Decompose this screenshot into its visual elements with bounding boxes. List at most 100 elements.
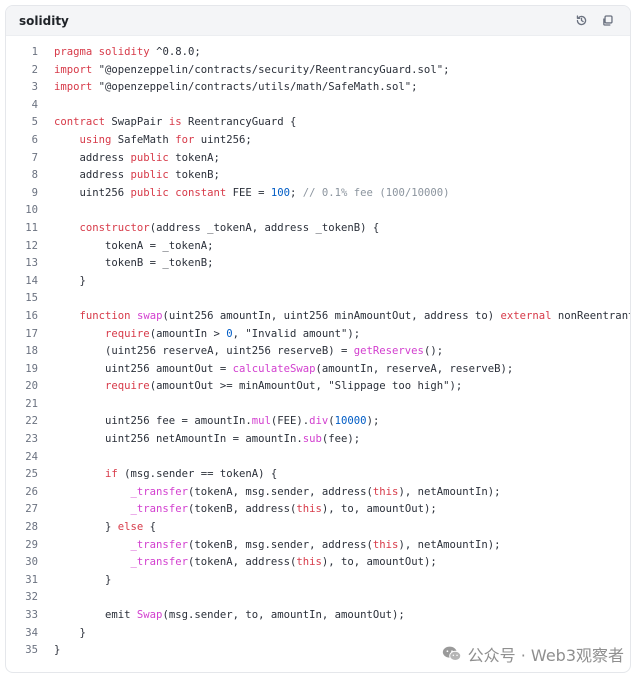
line-number: 11	[25, 221, 38, 234]
code-line: 29 _transfer(tokenB, msg.sender, address…	[6, 537, 630, 555]
code-token: (tokenB, msg.sender, address(	[187, 538, 373, 551]
wechat-logo-icon	[442, 646, 461, 661]
code-token: "@openzeppelin/contracts/utils/math/Safe…	[92, 81, 418, 94]
code-text: _transfer(tokenA, msg.sender, address(th…	[38, 484, 630, 502]
code-line: 4	[6, 97, 630, 115]
code-token: mul	[251, 415, 271, 428]
code-text: address public tokenA;	[38, 150, 630, 168]
code-line: 32	[6, 589, 630, 607]
code-token: this	[372, 485, 399, 498]
code-token: require	[105, 327, 150, 340]
code-token: pragma	[54, 46, 93, 58]
code-token: (FEE).	[270, 415, 310, 428]
code-token: else	[117, 521, 144, 534]
code-token: (tokenB, address(	[187, 503, 297, 516]
line-number: 32	[25, 591, 38, 604]
code-token: ;	[290, 186, 303, 199]
history-icon[interactable]	[574, 14, 588, 28]
code-token: (tokenA, address(	[187, 556, 297, 569]
code-token: constructor	[79, 221, 150, 234]
code-line: 6 using SafeMath for uint256;	[6, 132, 630, 150]
code-text: if (msg.sender == tokenA) {	[38, 466, 630, 484]
code-line: 34 }	[6, 625, 630, 643]
line-number: 28	[25, 521, 38, 534]
line-number: 3	[31, 81, 38, 94]
code-line: 3 import "@openzeppelin/contracts/utils/m…	[6, 79, 630, 97]
code-token: div	[309, 415, 329, 428]
code-line: 19 uint256 amountOut = calculateSwap(amo…	[6, 361, 630, 379]
line-number: 20	[25, 380, 38, 393]
code-token: SafeMath	[111, 133, 176, 146]
language-label: solidity	[19, 13, 69, 28]
code-line: 27 _transfer(tokenB, address(this), to, …	[6, 501, 630, 519]
code-token: ), to, amountOut);	[321, 503, 437, 516]
code-text: function swap(uint256 amountIn, uint256 …	[38, 308, 630, 326]
line-number: 18	[25, 345, 38, 358]
code-block: solidity 1 pragma solidity ^0.8.0; 2 import…	[5, 5, 631, 673]
code-token: SwapPair	[105, 116, 169, 129]
code-line: 8 address public tokenB;	[6, 167, 630, 185]
code-line: 15	[6, 290, 630, 308]
code-token: (amountIn >	[149, 327, 227, 340]
line-number: 12	[25, 239, 38, 252]
code-token: );	[366, 415, 380, 428]
line-number: 22	[25, 415, 38, 428]
code-token: this	[296, 556, 322, 569]
code-line: 12 tokenA = _tokenA;	[6, 238, 630, 256]
code-line: 28 } else {	[6, 519, 630, 537]
code-text: contract SwapPair is ReentrancyGuard {	[38, 114, 630, 132]
code-text: } else {	[38, 519, 630, 537]
code-token: ReentrancyGuard {	[181, 116, 297, 129]
line-number: 1	[31, 46, 38, 58]
code-token: public	[130, 169, 169, 182]
code-token: FEE =	[226, 186, 271, 199]
line-number: 7	[31, 151, 38, 164]
code-line: 10	[6, 202, 630, 220]
line-number: 27	[25, 503, 38, 516]
code-block-header: solidity	[6, 6, 630, 36]
code-line: 20 require(amountOut >= minAmountOut, "S…	[6, 378, 630, 396]
code-token: swap	[136, 309, 163, 322]
code-token: public constant	[130, 186, 227, 199]
watermark-text: 公众号 · Web3观察者	[467, 646, 624, 665]
code-token: emit	[54, 609, 137, 621]
code-text: require(amountIn > 0, "Invalid amount");	[38, 326, 630, 344]
code-token: (msg.sender == tokenA) {	[117, 468, 278, 481]
code-token: tokenB;	[168, 169, 220, 182]
code-token: (msg.sender, to, amountIn, amountOut);	[162, 609, 405, 621]
code-token: _transfer	[130, 556, 188, 569]
line-number: 26	[25, 485, 38, 498]
code-token: sub	[302, 433, 322, 446]
copy-icon[interactable]	[600, 14, 614, 28]
code-text: uint256 public constant FEE = 100; // 0.…	[38, 185, 630, 203]
code-text: import "@openzeppelin/contracts/utils/ma…	[38, 79, 630, 97]
code-token: }	[54, 521, 118, 534]
code-text: tokenA = _tokenA;	[38, 238, 630, 256]
code-token: (tokenA, msg.sender, address(	[187, 485, 373, 498]
code-token: uint256	[54, 186, 131, 199]
code-text: tokenB = _tokenB;	[38, 255, 630, 273]
code-token: this	[296, 503, 322, 516]
code-line: 18 (uint256 reserveA, uint256 reserveB) …	[6, 343, 630, 361]
code-line: 26 _transfer(tokenA, msg.sender, address…	[6, 484, 630, 502]
code-token: address	[54, 151, 131, 164]
code-text: require(amountOut >= minAmountOut, "Slip…	[38, 378, 630, 396]
code-token: (address _tokenA, address _tokenB) {	[149, 221, 380, 234]
code-line: 17 require(amountIn > 0, "Invalid amount…	[6, 326, 630, 344]
line-number: 6	[31, 133, 38, 146]
code-token: for	[175, 133, 195, 146]
code-token: Swap	[136, 609, 163, 621]
code-token: uint256 amountOut =	[54, 362, 233, 375]
code-token: (uint256 reserveA, uint256 reserveB) =	[54, 345, 354, 358]
code-token: function	[79, 309, 131, 322]
code-line: 13 tokenB = _tokenB;	[6, 255, 630, 273]
